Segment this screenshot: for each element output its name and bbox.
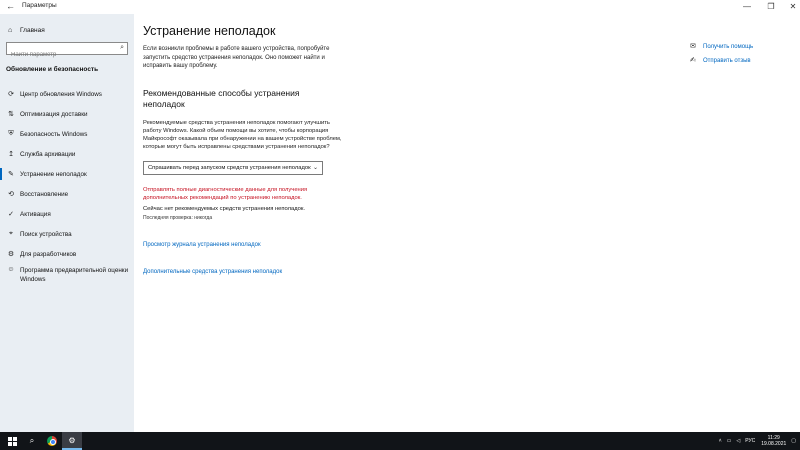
developer-icon: ⚙ xyxy=(7,251,15,258)
clock[interactable]: 11:29 19.08.2021 xyxy=(761,435,786,448)
home-label: Главная xyxy=(20,27,45,34)
minimize-button[interactable]: — xyxy=(740,1,754,12)
feedback-icon: ✍ xyxy=(690,57,696,64)
section-title: Обновление и безопасность xyxy=(6,66,99,73)
notifications-icon[interactable]: ▢ xyxy=(791,438,796,444)
delivery-icon: ⇅ xyxy=(8,111,14,118)
sidebar-item-windows-update[interactable]: ⟳ Центр обновления Windows xyxy=(0,84,134,104)
get-help-label: Получить помощь xyxy=(703,44,754,50)
sidebar-item-find-device[interactable]: ⌖ Поиск устройства xyxy=(0,224,134,244)
wrench-icon: ✎ xyxy=(8,171,14,178)
find-device-icon: ⌖ xyxy=(9,230,13,237)
windows-logo-icon xyxy=(7,436,17,446)
sidebar-item-developers[interactable]: ⚙ Для разработчиков xyxy=(0,244,134,264)
recovery-icon: ⟲ xyxy=(8,191,14,198)
sidebar-item-windows-security[interactable]: ⛨ Безопасность Windows xyxy=(0,124,134,144)
sidebar-item-label: Поиск устройства xyxy=(20,230,72,238)
sidebar-item-backup[interactable]: ↥ Служба архивации xyxy=(0,144,134,164)
sidebar-item-label: Восстановление xyxy=(20,190,69,198)
feedback-link[interactable]: ✍ Отправить отзыв xyxy=(690,56,751,64)
maximize-button[interactable]: ❐ xyxy=(764,1,778,12)
sidebar-item-activation[interactable]: ✓ Активация xyxy=(0,204,134,224)
sidebar-item-label: Служба архивации xyxy=(20,150,76,158)
sidebar-home[interactable]: ⌂ Главная xyxy=(8,27,45,34)
chevron-down-icon: ⌄ xyxy=(312,165,318,171)
sidebar-item-label: Программа предварительной оценки Windows xyxy=(20,267,129,283)
sidebar-item-label: Активация xyxy=(20,210,51,218)
taskbar-settings[interactable]: ⚙ xyxy=(62,432,82,450)
search-icon: ⌕ xyxy=(29,436,35,445)
sidebar-item-label: Для разработчиков xyxy=(20,250,77,258)
sidebar-item-troubleshoot[interactable]: ✎ Устранение неполадок xyxy=(0,164,134,184)
network-icon[interactable]: ▭ xyxy=(727,438,732,444)
clock-date: 19.08.2021 xyxy=(761,441,787,447)
recommended-description: Рекомендуемые средства устранения непола… xyxy=(143,120,342,150)
feedback-label: Отправить отзыв xyxy=(703,58,751,64)
taskbar: ⌕ ⚙ ˄ ▭ ◁ РУС 11:29 19.08.2021 ▢ xyxy=(0,432,800,450)
system-tray: ˄ ▭ ◁ РУС 11:29 19.08.2021 ▢ xyxy=(714,432,796,450)
search-icon[interactable]: ⌕ xyxy=(120,44,124,52)
troubleshoot-mode-dropdown[interactable]: Спрашивать перед запуском средств устран… xyxy=(143,161,323,175)
troubleshoot-history-link[interactable]: Просмотр журнала устранения неполадок xyxy=(143,242,261,248)
sidebar-item-label: Устранение неполадок xyxy=(20,170,87,178)
start-button[interactable] xyxy=(2,432,22,450)
chat-help-icon: ✉ xyxy=(690,43,696,50)
diagnostic-data-warning[interactable]: Отправлять полные диагностические данные… xyxy=(143,186,343,202)
search-box[interactable]: ⌕ xyxy=(6,42,128,61)
sidebar-item-delivery-optimization[interactable]: ⇅ Оптимизация доставки xyxy=(0,104,134,124)
gear-icon: ⚙ xyxy=(68,435,76,445)
title-bar: ← Параметры — ❐ ✕ xyxy=(0,0,800,14)
chevron-up-icon[interactable]: ˄ xyxy=(719,438,722,444)
chrome-icon xyxy=(47,436,57,446)
sidebar-item-insider[interactable]: ☺ Программа предварительной оценки Windo… xyxy=(0,264,134,288)
taskbar-chrome[interactable] xyxy=(42,432,62,450)
sidebar-item-label: Оптимизация доставки xyxy=(20,110,88,118)
sidebar-item-label: Безопасность Windows xyxy=(20,130,88,138)
shield-icon: ⛨ xyxy=(8,130,14,137)
sidebar: ⌂ Главная ⌕ Обновление и безопасность ⟳ Ц… xyxy=(0,14,134,432)
sidebar-nav: ⟳ Центр обновления Windows ⇅ Оптимизация… xyxy=(0,84,134,288)
additional-troubleshooters-link[interactable]: Дополнительные средства устранения непол… xyxy=(143,269,282,275)
recommended-heading: Рекомендованные способы устранения непол… xyxy=(143,88,300,109)
get-help-link[interactable]: ✉ Получить помощь xyxy=(690,42,753,50)
settings-window: ← Параметры — ❐ ✕ ⌂ Главная ⌕ Обновление … xyxy=(0,0,800,432)
taskbar-search-button[interactable]: ⌕ xyxy=(22,432,42,450)
last-check-text: Последняя проверка: никогда xyxy=(143,215,213,221)
refresh-icon: ⟳ xyxy=(8,91,14,98)
sidebar-item-label: Центр обновления Windows xyxy=(20,90,102,98)
volume-icon[interactable]: ◁ xyxy=(736,438,740,444)
dropdown-value: Спрашивать перед запуском средств устран… xyxy=(148,165,311,171)
intro-text: Если возникли проблемы в работе вашего у… xyxy=(143,46,330,69)
sidebar-item-recovery[interactable]: ⟲ Восстановление xyxy=(0,184,134,204)
home-icon: ⌂ xyxy=(8,27,13,34)
language-indicator[interactable]: РУС xyxy=(745,438,755,444)
search-input[interactable] xyxy=(7,49,112,61)
no-recommended-text: Сейчас нет рекомендуемых средств устране… xyxy=(143,206,305,212)
backup-icon: ↥ xyxy=(8,151,14,158)
window-title: Параметры xyxy=(22,2,57,9)
back-arrow-icon[interactable]: ← xyxy=(6,1,15,11)
insider-icon: ☺ xyxy=(7,266,15,273)
page-title: Устранение неполадок xyxy=(143,24,276,38)
activation-icon: ✓ xyxy=(8,211,14,218)
close-button[interactable]: ✕ xyxy=(786,1,800,12)
